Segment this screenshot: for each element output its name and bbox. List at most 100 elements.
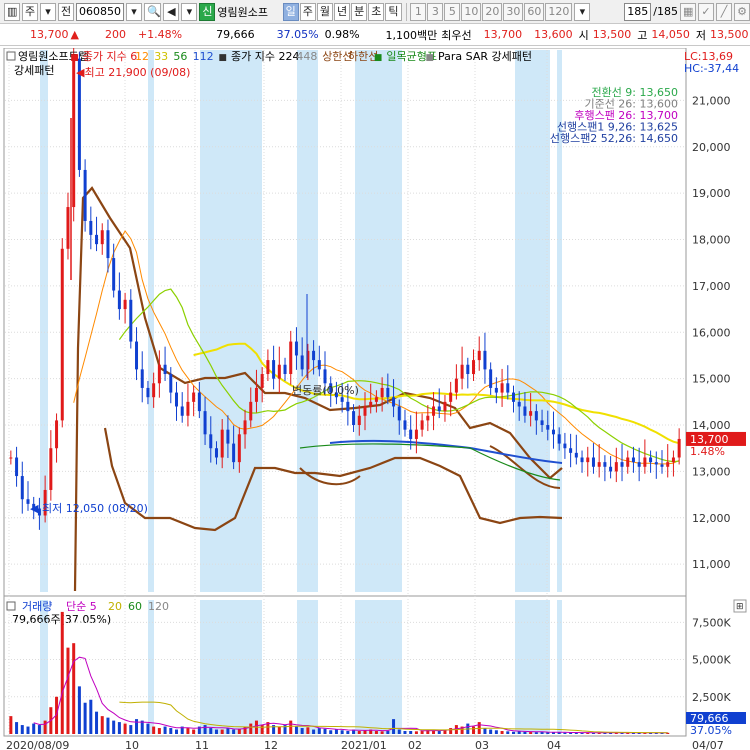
- high-label: 고: [637, 28, 648, 42]
- tab-2[interactable]: 월: [316, 2, 334, 21]
- candle-body: [534, 411, 538, 421]
- candle-body: [546, 425, 550, 430]
- volume-bar: [312, 729, 316, 734]
- volume-bar: [95, 711, 99, 734]
- interval-30[interactable]: 30: [503, 2, 524, 21]
- date-tick-label: 04: [547, 739, 561, 750]
- candle-body: [494, 387, 498, 393]
- price-tick-label: 13,000: [692, 465, 731, 478]
- candle-body: [152, 383, 156, 398]
- interval-10[interactable]: 10: [461, 2, 482, 21]
- count-input[interactable]: 185: [624, 2, 652, 21]
- candle-body: [180, 406, 184, 416]
- price-tick-label: 18,000: [692, 234, 731, 247]
- tab-3[interactable]: 년: [334, 2, 351, 21]
- cloud-zone-4: [355, 50, 402, 592]
- interval-5[interactable]: 5: [444, 2, 461, 21]
- candle-body: [289, 341, 293, 375]
- volume-bar: [483, 728, 487, 734]
- cloud-zone-vol-6: [557, 600, 562, 734]
- cloud-zone-vol-2: [200, 600, 262, 734]
- volume-bar: [420, 731, 424, 734]
- tab-4[interactable]: 분: [351, 2, 368, 21]
- tab-6[interactable]: 틱: [385, 2, 402, 21]
- volume-bar: [15, 722, 19, 734]
- candle-body: [643, 457, 647, 467]
- candle-body: [243, 420, 247, 435]
- volume-bar: [209, 728, 213, 734]
- line-chart-icon[interactable]: ╱: [716, 2, 732, 21]
- tab-0[interactable]: 일: [282, 2, 299, 21]
- candle-body: [20, 476, 24, 500]
- candle-body: [323, 369, 327, 384]
- settings-icon[interactable]: ⚙: [734, 2, 750, 21]
- candle-body: [660, 464, 664, 467]
- candle-body: [512, 392, 515, 402]
- cloud-zone-1: [148, 50, 154, 592]
- grid-icon[interactable]: ▦: [680, 2, 696, 21]
- candle-body: [614, 462, 618, 472]
- legend-sar-marker: ■: [425, 53, 434, 63]
- code-dropdown-icon[interactable]: ▾: [126, 2, 142, 21]
- separator: [405, 2, 407, 21]
- volume-bar: [409, 731, 413, 734]
- dropdown-icon[interactable]: ▾: [40, 2, 56, 21]
- volume-legend-120: 120: [148, 600, 169, 613]
- layout-icon[interactable]: ▥: [4, 2, 20, 21]
- interval-dropdown-icon[interactable]: ▾: [574, 2, 591, 21]
- low-price: 13,500: [710, 28, 749, 41]
- candle-body: [232, 443, 236, 463]
- sound-icon[interactable]: ◀: [163, 2, 180, 21]
- prev-button[interactable]: 전: [58, 2, 74, 21]
- candle-body: [340, 397, 344, 402]
- volume-bar: [323, 728, 327, 734]
- candle-body: [529, 411, 533, 416]
- candle-body: [580, 457, 584, 463]
- legend-ma-112: 112: [193, 50, 214, 63]
- candle-body: [649, 457, 653, 463]
- volume-bar: [9, 716, 13, 734]
- volume-legend-60: 60: [128, 600, 142, 613]
- candle-body: [135, 341, 139, 370]
- candle-body: [146, 387, 150, 398]
- volume-bar: [129, 725, 133, 734]
- price-change: 200: [104, 28, 126, 41]
- volume-bar: [414, 731, 418, 734]
- candle-body: [517, 401, 521, 407]
- candle-body: [620, 462, 624, 467]
- candle-body: [626, 457, 630, 467]
- candle-body: [260, 374, 264, 388]
- stock-code-input[interactable]: 060850: [76, 2, 124, 21]
- search-icon[interactable]: 🔍: [144, 2, 162, 21]
- stock-name: 영림원소프: [217, 5, 269, 19]
- legend-checkbox: [6, 51, 16, 61]
- price-chart[interactable]: 21,000 20,000 19,000 18,000 17,000 16,000 15,0…: [0, 48, 750, 750]
- volume-bar: [100, 716, 104, 734]
- count-total: /185: [653, 5, 678, 18]
- interval-20[interactable]: 20: [482, 2, 503, 21]
- date-tick-label: 2021/01: [341, 739, 387, 750]
- interval-3[interactable]: 3: [427, 2, 444, 21]
- ichimoku-legend-4: 선행스팬2 52,26: 14,650: [550, 132, 678, 145]
- cloud-zone-vol-3: [297, 600, 318, 734]
- interval-60[interactable]: 60: [524, 2, 545, 21]
- volume-bar: [334, 729, 338, 734]
- period-button[interactable]: 주: [22, 2, 38, 21]
- candle-body: [609, 466, 613, 472]
- check-icon[interactable]: ✓: [698, 2, 714, 21]
- menu-dropdown-icon[interactable]: ▾: [181, 2, 198, 21]
- candle-body: [671, 457, 675, 463]
- candle-body: [214, 448, 218, 458]
- candle-body: [426, 415, 430, 421]
- tab-1[interactable]: 주: [299, 2, 316, 21]
- tab-5[interactable]: 초: [368, 2, 385, 21]
- volume-bar: [546, 732, 550, 734]
- price-tick-label: 17,000: [692, 280, 731, 293]
- interval-1[interactable]: 1: [410, 2, 427, 21]
- candle-body: [203, 411, 207, 435]
- volume-bar: [249, 723, 253, 734]
- candle-body: [574, 452, 578, 458]
- legend-ma-marker: ■: [70, 53, 79, 63]
- interval-120[interactable]: 120: [545, 2, 573, 21]
- volume-bar: [60, 611, 64, 734]
